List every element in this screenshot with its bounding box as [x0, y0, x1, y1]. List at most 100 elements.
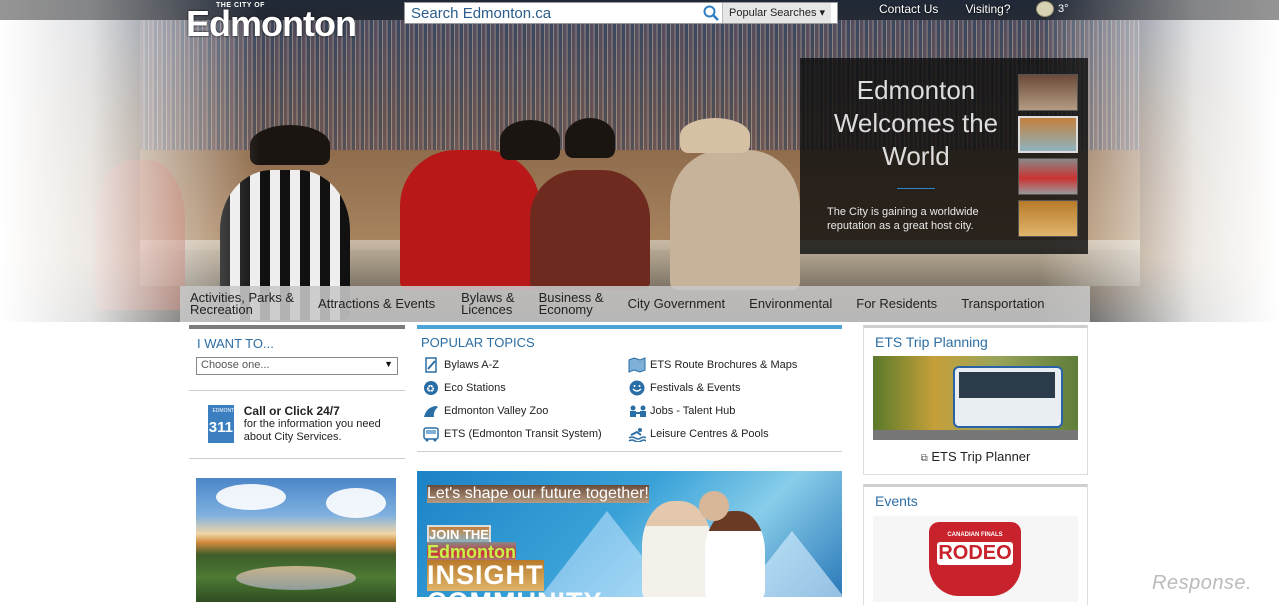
nav-item-activities[interactable]: Activities, Parks & Recreation: [180, 291, 306, 317]
dropdown-arrow-icon: ▼: [384, 359, 393, 369]
feature-thumbnail[interactable]: [1018, 74, 1078, 111]
search-box: Popular Searches ▾: [404, 2, 838, 24]
recycle-icon: ♻: [422, 379, 440, 397]
nav-item-transportation[interactable]: Transportation: [949, 296, 1056, 311]
nav-label: Environmental: [749, 296, 833, 311]
nav-item-environmental[interactable]: Environmental: [737, 296, 844, 311]
call-311-icon-small: EDMONTON: [212, 408, 242, 414]
document-icon: [422, 356, 440, 374]
hero-fade-left: [0, 0, 260, 322]
bus-image[interactable]: [873, 356, 1078, 440]
hero-figure: [530, 170, 650, 290]
feature-thumbnails: [1018, 74, 1078, 242]
ets-trip-planning-panel: ETS Trip Planning ⧉ ETS Trip Planner: [863, 325, 1088, 475]
cowboy-hat: [565, 118, 615, 158]
hero-figure: [400, 150, 540, 290]
nav-item-residents[interactable]: For Residents: [844, 296, 949, 311]
feature-divider: [897, 188, 935, 189]
topic-bylaws[interactable]: Bylaws A-Z: [422, 356, 628, 374]
person-image: [705, 511, 765, 597]
road: [873, 430, 1078, 440]
popular-searches-label: Popular Searches: [729, 7, 817, 19]
ets-trip-planner-link[interactable]: ⧉ ETS Trip Planner: [864, 449, 1087, 464]
popular-topics-panel: POPULAR TOPICS Bylaws A-Z ETS Route Broc…: [417, 325, 842, 597]
feature-panel[interactable]: Edmonton Welcomes the World The City is …: [800, 58, 1088, 254]
external-link-icon: ⧉: [920, 453, 928, 464]
feature-thumbnail[interactable]: [1018, 200, 1078, 237]
contact-us-link[interactable]: Contact Us: [879, 2, 938, 16]
rodeo-logo-small: CANADIAN FINALS: [947, 532, 1003, 538]
topic-eco-stations[interactable]: ♻ Eco Stations: [422, 379, 628, 397]
feature-description: The City is gaining a worldwide reputati…: [827, 206, 979, 232]
i-want-to-heading: I WANT TO...: [197, 336, 274, 351]
nav-item-bylaws[interactable]: Bylaws & Licences: [447, 291, 526, 316]
nav-label: Transportation: [961, 296, 1045, 311]
main-nav: Activities, Parks & Recreation Attraction…: [180, 286, 1090, 322]
search-input[interactable]: [405, 3, 700, 23]
nav-item-attractions[interactable]: Attractions & Events: [306, 297, 447, 310]
topic-label: Festivals & Events: [650, 382, 741, 394]
topic-leisure-centres[interactable]: Leisure Centres & Pools: [628, 425, 838, 443]
swimmer-icon: [628, 425, 646, 443]
select-value: Choose one...: [201, 359, 270, 371]
search-icon[interactable]: [700, 3, 722, 23]
i-want-to-panel: I WANT TO... Choose one... ▼ EDMONTON 31…: [189, 325, 405, 602]
rodeo-logo: CANADIAN FINALS RODEO: [929, 522, 1021, 596]
hero-banner: THE CITY OF Edmonton Popular Searches ▾ …: [0, 0, 1279, 322]
hero-figure: [670, 150, 800, 290]
response-watermark: Response.: [1152, 572, 1253, 594]
topic-valley-zoo[interactable]: Edmonton Valley Zoo: [422, 402, 628, 420]
call-311-icon: EDMONTON 311: [208, 405, 242, 443]
nav-label: For Residents: [856, 296, 938, 311]
visiting-link[interactable]: Visiting?: [965, 2, 1010, 16]
ets-heading: ETS Trip Planning: [875, 334, 988, 350]
panel-top-bar: [189, 325, 405, 329]
people-icon: [628, 402, 646, 420]
nav-item-business[interactable]: Business & Economy: [527, 291, 616, 316]
call-311-title: Call or Click 24/7: [243, 404, 340, 418]
call-311-icon-number: 311: [208, 419, 233, 436]
person-image: [699, 491, 729, 521]
topic-jobs[interactable]: Jobs - Talent Hub: [628, 402, 838, 420]
map-icon: [628, 356, 646, 374]
feature-thumbnail[interactable]: [1018, 158, 1078, 195]
topic-label: ETS Route Brochures & Maps: [650, 359, 798, 371]
ets-trip-planner-label: ETS Trip Planner: [931, 449, 1031, 464]
i-want-to-select[interactable]: Choose one... ▼: [196, 357, 398, 375]
events-panel: Events CANADIAN FINALS RODEO: [863, 484, 1088, 605]
topic-festivals[interactable]: Festivals & Events: [628, 379, 838, 397]
call-311-text: Call or Click 24/7 for the information y…: [244, 405, 405, 444]
cloud: [216, 484, 286, 510]
topic-label: Bylaws A-Z: [444, 359, 500, 371]
banner-community: COMMUNITY: [427, 587, 602, 597]
topic-label: Eco Stations: [444, 382, 506, 394]
topic-label: Jobs - Talent Hub: [650, 405, 736, 417]
city-skyline-image[interactable]: [196, 478, 396, 602]
topic-ets-route-brochures[interactable]: ETS Route Brochures & Maps: [628, 356, 838, 374]
call-311-description: for the information you need about City …: [243, 418, 381, 443]
smiley-icon: [628, 379, 646, 397]
insight-community-banner[interactable]: Let's shape our future together! JOIN TH…: [417, 471, 842, 597]
cowboy-hat: [680, 118, 750, 153]
weather-widget[interactable]: 3°: [1036, 1, 1069, 17]
topic-label: ETS (Edmonton Transit System): [444, 428, 602, 440]
popular-searches-dropdown[interactable]: Popular Searches ▾: [722, 3, 832, 23]
topic-label: Edmonton Valley Zoo: [444, 405, 549, 417]
topic-ets[interactable]: ETS (Edmonton Transit System): [422, 425, 628, 443]
weather-cloud-icon: [1036, 1, 1054, 17]
logo-small-text: THE CITY OF: [216, 2, 265, 9]
city-logo[interactable]: THE CITY OF Edmonton: [186, 2, 357, 46]
river: [236, 566, 356, 590]
popular-topics-list: Bylaws A-Z ETS Route Brochures & Maps ♻ …: [422, 356, 842, 443]
nav-item-city-government[interactable]: City Government: [616, 297, 738, 310]
bus-window: [959, 372, 1055, 398]
topic-label: Leisure Centres & Pools: [650, 428, 769, 440]
rodeo-event-image[interactable]: CANADIAN FINALS RODEO: [873, 516, 1078, 602]
nav-label: Recreation: [190, 302, 253, 317]
call-311-box[interactable]: EDMONTON 311 Call or Click 24/7 for the …: [208, 405, 405, 444]
feature-thumbnail[interactable]: [1018, 116, 1078, 153]
seal-icon: [422, 402, 440, 420]
logo-text: Edmonton: [186, 3, 357, 44]
events-heading: Events: [875, 493, 918, 509]
divider: [417, 451, 842, 452]
